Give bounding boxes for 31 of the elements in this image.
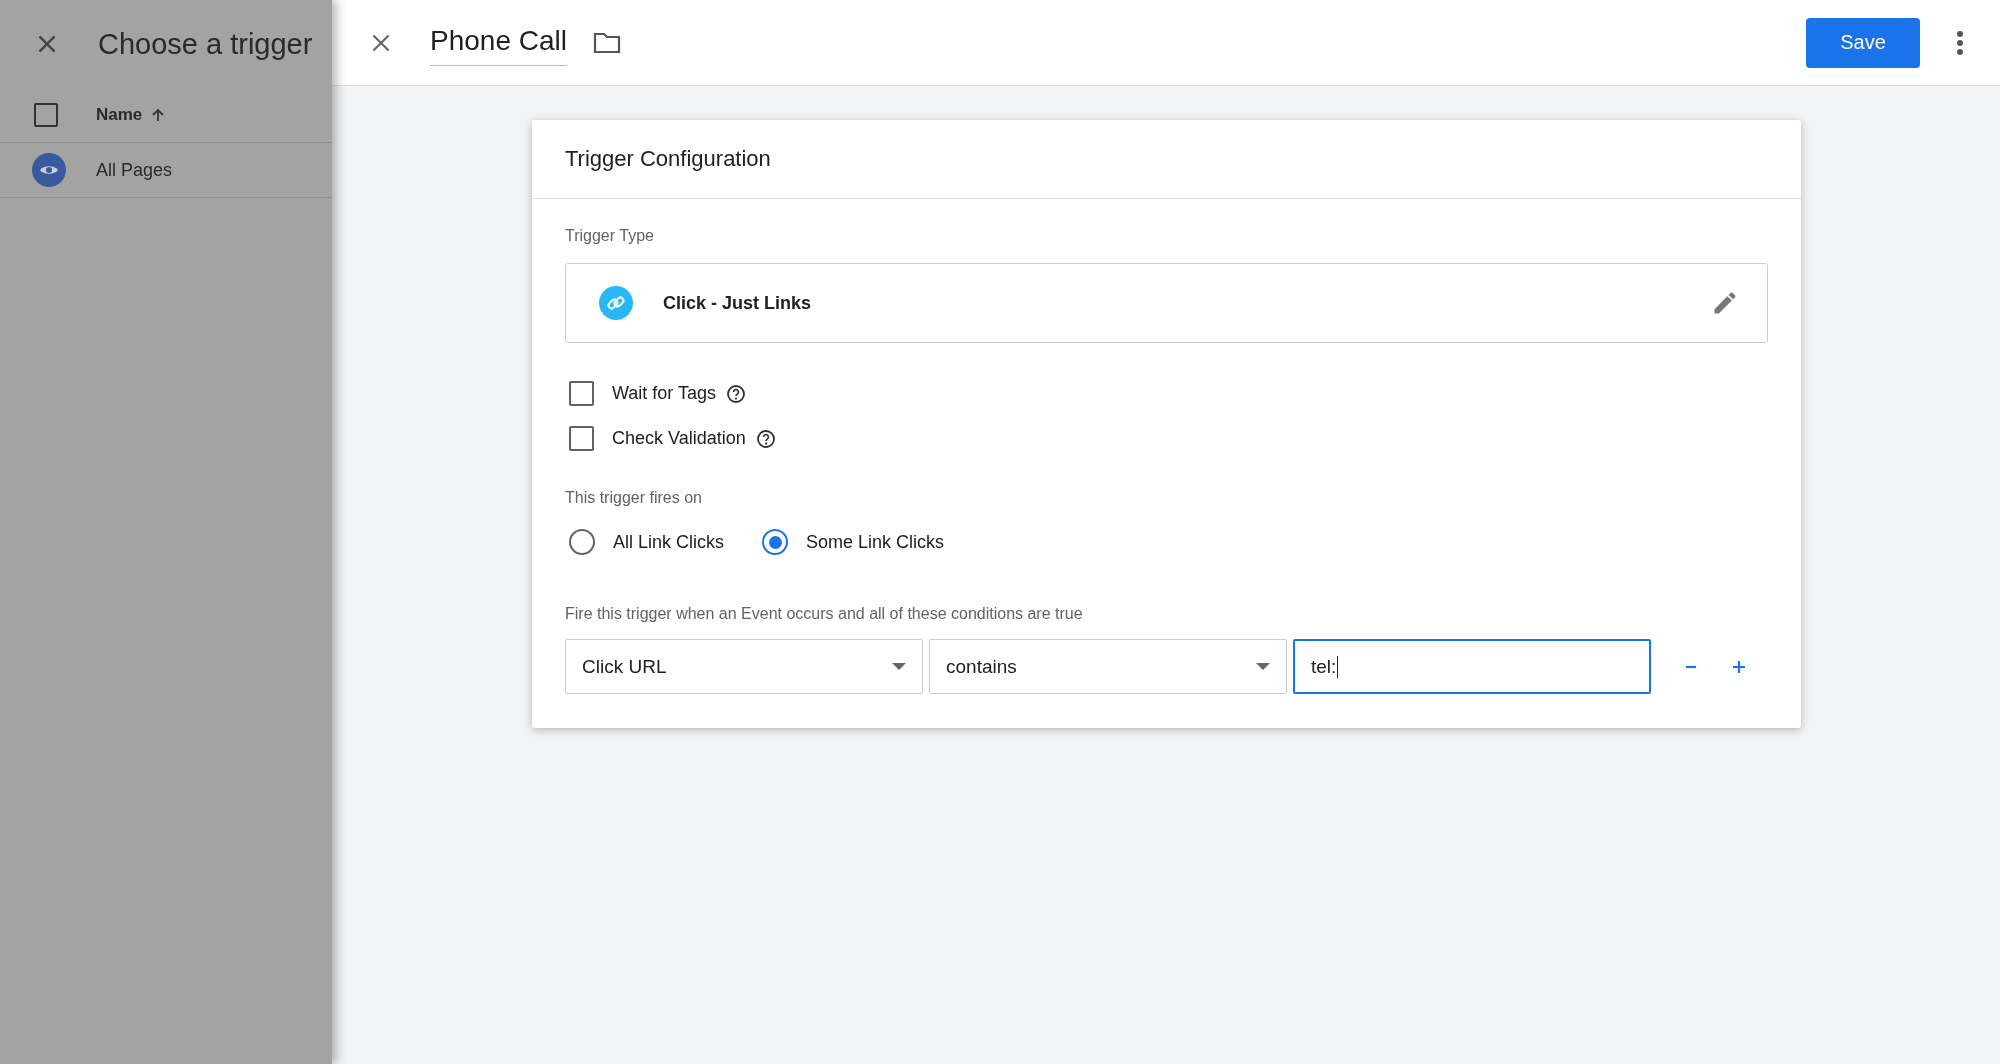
save-button[interactable]: Save [1806,17,1920,68]
checkbox[interactable] [569,426,594,451]
trigger-name-field[interactable]: Phone Call [430,19,567,66]
trigger-name[interactable]: All Pages [96,159,173,181]
panel-title: Choose a trigger [98,27,313,61]
card-title: Trigger Configuration [532,120,1801,199]
folder-icon[interactable] [593,30,621,55]
radio-label: Some Link Clicks [806,531,945,553]
radio-label: All Link Clicks [613,531,725,553]
help-icon[interactable] [755,428,776,449]
more-options-icon[interactable] [1956,29,1964,56]
section-label: This trigger fires on [565,489,703,507]
operator-dropdown[interactable]: contains [929,639,1287,694]
eye-icon [32,153,66,187]
link-icon [599,286,633,320]
help-icon[interactable] [726,383,747,404]
value-field[interactable]: tel: [1293,639,1651,694]
checkbox-label: Check Validation [612,428,746,449]
section-label: Fire this trigger when an Event occurs and all of these conditions are true [565,605,1084,623]
column-header[interactable]: Name [96,105,143,125]
checkbox[interactable] [569,381,594,406]
caret-icon [1256,662,1270,671]
section-label: Trigger Type [565,227,655,245]
caret-icon [892,662,906,671]
checkbox-label: Wait for Tags [612,383,717,404]
plus-icon[interactable] [1731,658,1747,675]
trigger-type-selector[interactable]: Click - Just Links [565,263,1768,343]
select-all-checkbox[interactable] [34,103,58,127]
radio-button[interactable] [569,529,595,555]
radio-button[interactable] [762,529,789,555]
variable-dropdown[interactable]: Click URL [565,639,923,694]
